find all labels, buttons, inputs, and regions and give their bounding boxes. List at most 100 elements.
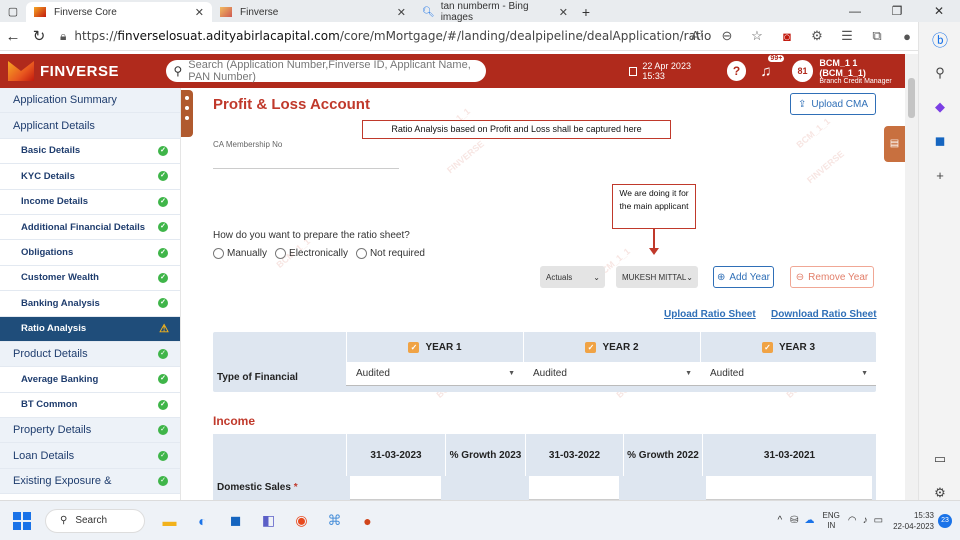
sidebar-item-applicant-details[interactable]: Applicant Details xyxy=(0,113,180,139)
favorites-list-icon[interactable]: ☰ xyxy=(832,28,862,44)
finverse-logo[interactable]: FINVERSE xyxy=(0,61,166,81)
checkbox-checked-icon[interactable]: ✓ xyxy=(585,341,597,353)
window-menu-icon[interactable]: ▢ xyxy=(0,0,26,22)
sidebar-collapse-handle[interactable] xyxy=(181,90,193,137)
battery-icon[interactable]: ▭ xyxy=(874,515,883,526)
sidebar-item-basic-details[interactable]: Basic Details ✓ xyxy=(0,139,180,165)
sidebar-item-average-banking[interactable]: Average Banking ✓ xyxy=(0,367,180,393)
zoom-icon[interactable]: ⊖ xyxy=(712,28,742,44)
browser-tab-finverse[interactable]: Finverse ✕ xyxy=(212,2,414,22)
favorite-icon[interactable]: ☆ xyxy=(742,28,772,44)
notification-bell-icon[interactable]: ♫ 99+ xyxy=(760,54,785,80)
document-panel-icon[interactable]: ▤ xyxy=(884,126,905,162)
outlook-icon[interactable]: ◼ xyxy=(219,509,252,533)
year-2-header[interactable]: ✓ YEAR 2 xyxy=(523,332,700,362)
sidebar-item-existing-exposure[interactable]: Existing Exposure & ✓ xyxy=(0,468,180,495)
upload-ratio-sheet-link[interactable]: Upload Ratio Sheet xyxy=(664,309,756,320)
scrollbar-thumb[interactable] xyxy=(908,78,915,118)
clock[interactable]: 15:33 22-04-2023 xyxy=(893,510,934,532)
new-tab-icon[interactable]: + xyxy=(576,2,596,22)
add-icon[interactable]: + xyxy=(919,158,960,192)
tab-label: tan numberm - Bing images xyxy=(440,1,529,23)
type-of-financial-select-year-1[interactable]: Audited ▼ xyxy=(346,362,523,386)
year-3-header[interactable]: ✓ YEAR 3 xyxy=(700,332,876,362)
domestic-sales-input-2023[interactable] xyxy=(350,476,441,500)
add-year-label: Add Year xyxy=(729,271,770,283)
sidebar-item-kyc-details[interactable]: KYC Details ✓ xyxy=(0,164,180,190)
chevron-up-icon[interactable]: ^ xyxy=(777,515,782,526)
wifi-icon[interactable]: ◠ xyxy=(848,515,857,526)
close-tab-icon[interactable]: ✕ xyxy=(397,6,406,19)
teams-icon[interactable]: ◧ xyxy=(252,509,285,533)
sidebar-item-banking-analysis[interactable]: Banking Analysis ✓ xyxy=(0,291,180,317)
extensions-icon[interactable]: ⚙ xyxy=(802,28,832,44)
edge-icon[interactable]: ◐ xyxy=(186,509,219,533)
sidebar-item-additional-financial-details[interactable]: Additional Financial Details ✓ xyxy=(0,215,180,241)
page-scrollbar[interactable] xyxy=(905,54,918,500)
applicant-value: MUKESH MITTAL xyxy=(622,272,687,282)
domestic-sales-input-2022[interactable] xyxy=(529,476,619,500)
network-icon[interactable]: ⛁ xyxy=(790,515,798,526)
volume-icon[interactable]: ♪ xyxy=(863,515,868,526)
sidebar-item-income-details[interactable]: Income Details ✓ xyxy=(0,190,180,215)
year-1-header[interactable]: ✓ YEAR 1 xyxy=(346,332,523,362)
add-year-button[interactable]: ⊕ Add Year xyxy=(713,266,774,288)
powerpoint-icon[interactable]: ● xyxy=(351,509,384,533)
download-ratio-sheet-link[interactable]: Download Ratio Sheet xyxy=(771,309,877,320)
notification-count-badge[interactable]: 23 xyxy=(938,513,952,528)
actuals-select[interactable]: Actuals ⌄ xyxy=(540,266,605,288)
sidebar-item-obligations[interactable]: Obligations ✓ xyxy=(0,240,180,266)
sidebar-item-customer-wealth[interactable]: Customer Wealth ✓ xyxy=(0,266,180,292)
sidebar-toggle-icon[interactable]: ▭ xyxy=(919,442,960,476)
browser-tab-bing[interactable]: 🔍︎ tan numberm - Bing images ✕ xyxy=(414,1,576,23)
onedrive-icon[interactable]: ☁ xyxy=(805,515,815,526)
remove-year-button[interactable]: ⊖ Remove Year xyxy=(790,266,874,288)
language-indicator[interactable]: ENG IN xyxy=(823,511,840,531)
avatar[interactable]: 81 xyxy=(791,60,814,82)
checkbox-checked-icon[interactable]: ✓ xyxy=(761,341,773,353)
type-of-financial-select-year-2[interactable]: Audited ▼ xyxy=(523,362,700,386)
file-explorer-icon[interactable]: ▬ xyxy=(153,509,186,533)
ca-membership-input[interactable] xyxy=(213,168,399,169)
close-window-icon[interactable]: ✕ xyxy=(918,0,960,22)
chrome-icon[interactable]: ◉ xyxy=(285,509,318,533)
type-of-financial-select-year-3[interactable]: Audited ▼ xyxy=(700,362,876,386)
restore-icon[interactable]: ❐ xyxy=(876,0,918,22)
sidebar-item-product-details[interactable]: Product Details ✓ xyxy=(0,341,180,368)
close-tab-icon[interactable]: ✕ xyxy=(195,6,204,19)
network-app-icon[interactable]: ⌘ xyxy=(318,509,351,533)
domestic-sales-input-2021[interactable] xyxy=(706,476,872,500)
remove-year-label: Remove Year xyxy=(808,271,869,283)
read-aloud-icon[interactable]: A⁾ xyxy=(682,28,712,44)
url-field[interactable]: 🔒︎ https://finverselosuat.adityabirlacap… xyxy=(60,25,711,47)
taskbar-search[interactable]: ⚲ Search xyxy=(45,508,145,533)
windows-start-icon[interactable] xyxy=(13,511,31,530)
sidebar-item-property-details[interactable]: Property Details ✓ xyxy=(0,418,180,444)
refresh-icon[interactable]: ↻ xyxy=(26,27,52,45)
outlook-icon[interactable]: ◼ xyxy=(919,124,960,158)
help-icon[interactable]: ? xyxy=(726,61,747,81)
upload-cma-button[interactable]: ⇪ Upload CMA xyxy=(790,93,876,115)
radio-not-required[interactable]: Not required xyxy=(355,248,425,259)
sidebar-item-loan-details[interactable]: Loan Details ✓ xyxy=(0,443,180,469)
extension-icon[interactable]: ◙ xyxy=(772,29,802,44)
search-icon[interactable]: ⚲ xyxy=(919,56,960,90)
minimize-icon[interactable]: — xyxy=(834,0,876,22)
sidebar-item-ratio-analysis[interactable]: Ratio Analysis ⚠ xyxy=(0,316,180,342)
close-tab-icon[interactable]: ✕ xyxy=(559,6,568,19)
browser-tab-bar: ▢ Finverse Core ✕ Finverse ✕ 🔍︎ tan numb… xyxy=(0,0,960,23)
global-search-input[interactable]: ⚲ Search (Application Number,Finverse ID… xyxy=(165,59,486,83)
user-info[interactable]: BCM_1 1 (BCM_1_1) Branch Credit Manager xyxy=(819,58,905,85)
sidebar-item-bt-common[interactable]: BT Common ✓ xyxy=(0,393,180,419)
back-icon[interactable]: ← xyxy=(0,28,26,45)
applicant-select[interactable]: MUKESH MITTAL ⌄ xyxy=(616,266,698,288)
browser-tab-finverse-core[interactable]: Finverse Core ✕ xyxy=(26,2,212,22)
collections-icon[interactable]: ⧉ xyxy=(862,28,892,44)
sidebar-item-application-summary[interactable]: Application Summary xyxy=(0,88,180,114)
bing-chat-icon[interactable]: ⓑ xyxy=(919,22,960,56)
radio-manually[interactable]: Manually xyxy=(213,248,267,259)
checkbox-checked-icon[interactable]: ✓ xyxy=(408,341,420,353)
chevron-down-icon: ⌄ xyxy=(686,272,693,282)
radio-electronically[interactable]: Electronically xyxy=(275,248,348,259)
games-icon[interactable]: ◆ xyxy=(919,90,960,124)
